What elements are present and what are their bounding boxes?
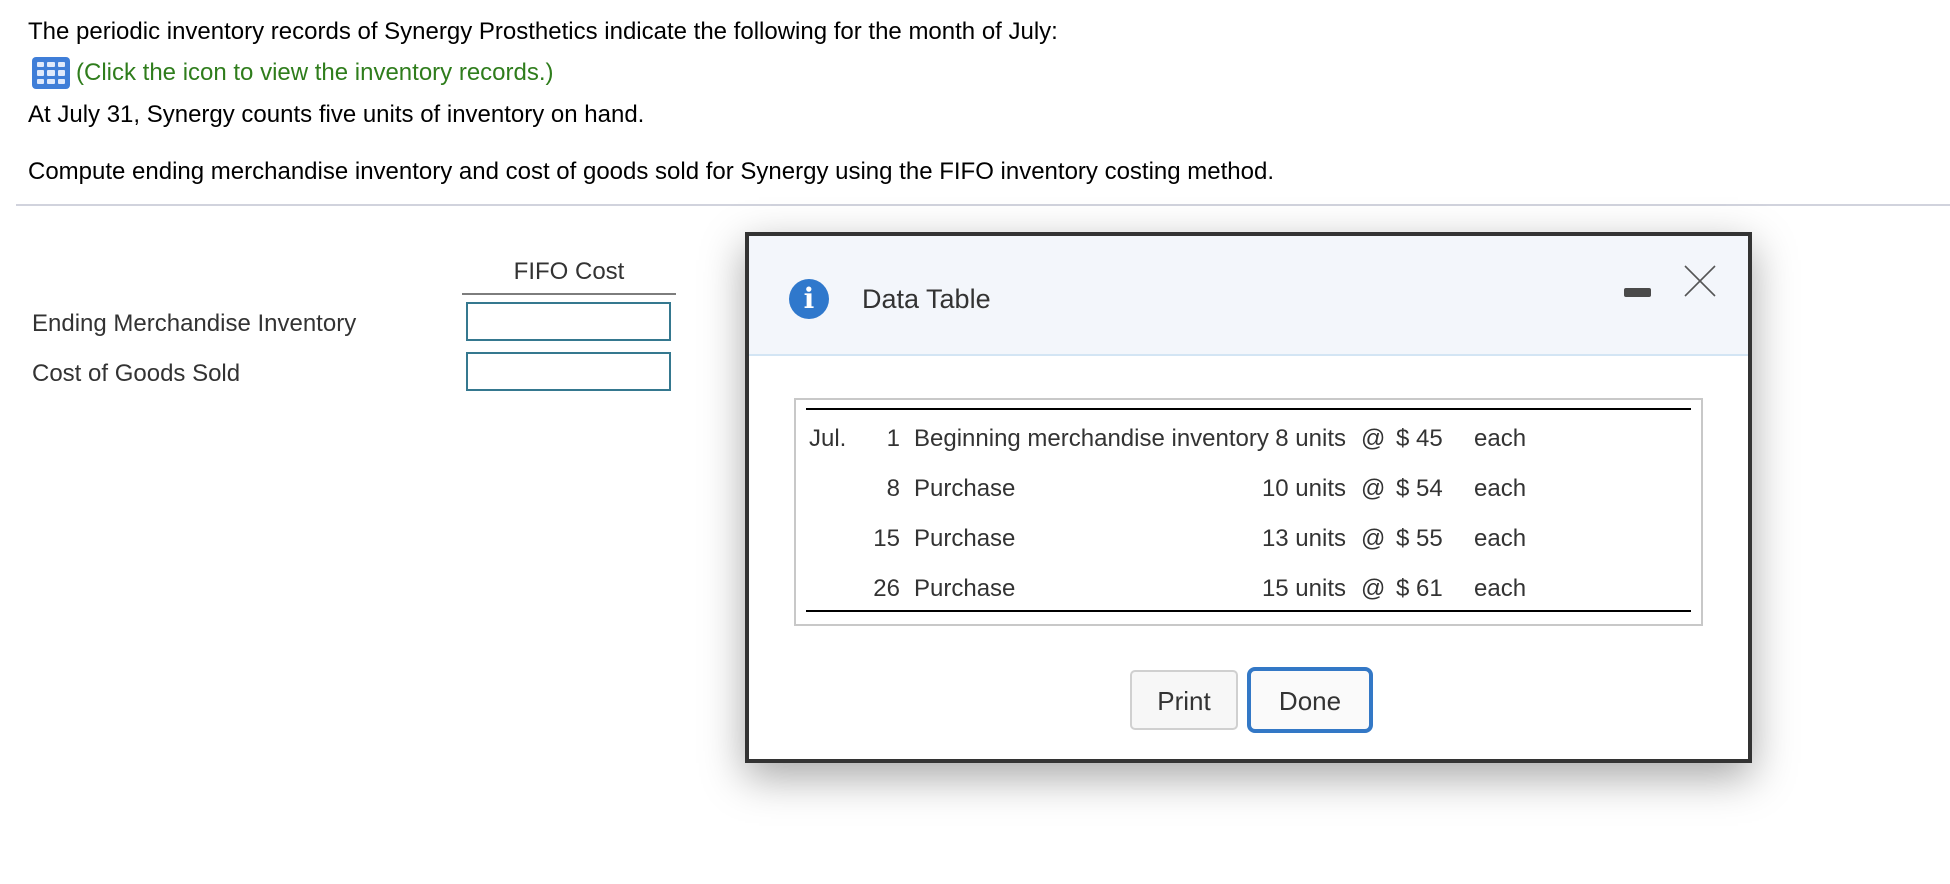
table-row: 8 Purchase 10 units @ $ 54 each: [796, 475, 1701, 515]
table-row: 26 Purchase 15 units @ $ 61 each: [796, 575, 1701, 615]
table-row: Jul. 1 Beginning merchandise inventory 8…: [796, 425, 1701, 465]
row-at: @: [1361, 425, 1386, 452]
row-description: Purchase: [914, 525, 1016, 552]
question-intro: The periodic inventory records of Synerg…: [28, 18, 1058, 45]
row-day: 15: [873, 525, 900, 552]
row-at: @: [1361, 525, 1386, 552]
data-table-modal: i Data Table Jul. 1 Beginning merchandis…: [745, 232, 1752, 763]
ending-inventory-input[interactable]: [466, 302, 671, 341]
row-unit-cost: $ 55: [1396, 525, 1443, 552]
row-units: 13 units: [1261, 525, 1346, 552]
row-description: Beginning merchandise inventory: [914, 425, 1269, 452]
inventory-records-link-text[interactable]: (Click the icon to view the inventory re…: [76, 59, 554, 87]
row-month: Jul.: [809, 425, 847, 452]
row-unit-cost: $ 61: [1396, 575, 1443, 602]
row-units: 8 units: [1275, 425, 1346, 452]
row-each: each: [1474, 475, 1527, 502]
done-button[interactable]: Done: [1247, 667, 1373, 733]
row-at: @: [1361, 475, 1386, 502]
modal-title: Data Table: [862, 284, 991, 314]
row-unit-cost: $ 54: [1396, 475, 1443, 502]
column-header-underline: [462, 293, 676, 295]
row-day: 1: [886, 425, 900, 452]
inventory-records-link[interactable]: (Click the icon to view the inventory re…: [32, 57, 554, 89]
section-divider: [16, 204, 1950, 206]
row-units: 15 units: [1261, 575, 1346, 602]
ending-inventory-label: Ending Merchandise Inventory: [32, 310, 357, 337]
print-button[interactable]: Print: [1130, 670, 1238, 730]
row-units: 10 units: [1261, 475, 1346, 502]
row-description: Purchase: [914, 475, 1016, 502]
table-top-rule: [806, 408, 1691, 410]
row-unit-cost: $ 45: [1396, 425, 1443, 452]
minimize-button[interactable]: [1622, 285, 1652, 299]
close-button[interactable]: [1683, 264, 1717, 298]
row-day: 26: [873, 575, 900, 602]
row-at: @: [1361, 575, 1386, 602]
minimize-icon: [1624, 288, 1651, 297]
close-icon: [1684, 265, 1716, 297]
row-each: each: [1474, 575, 1527, 602]
inventory-records-table: Jul. 1 Beginning merchandise inventory 8…: [794, 398, 1703, 626]
table-bottom-rule: [806, 610, 1691, 612]
fifo-cost-column-header: FIFO Cost: [513, 258, 625, 285]
row-description: Purchase: [914, 575, 1016, 602]
question-instruction: Compute ending merchandise inventory and…: [28, 158, 1275, 185]
cogs-label: Cost of Goods Sold: [32, 360, 241, 387]
table-grid-icon[interactable]: [32, 57, 70, 89]
info-icon: i: [789, 279, 829, 319]
row-each: each: [1474, 425, 1527, 452]
question-count-note: At July 31, Synergy counts five units of…: [28, 101, 645, 128]
modal-header: i Data Table: [749, 236, 1748, 356]
table-row: 15 Purchase 13 units @ $ 55 each: [796, 525, 1701, 565]
cogs-input[interactable]: [466, 352, 671, 391]
row-day: 8: [886, 475, 900, 502]
row-each: each: [1474, 525, 1527, 552]
